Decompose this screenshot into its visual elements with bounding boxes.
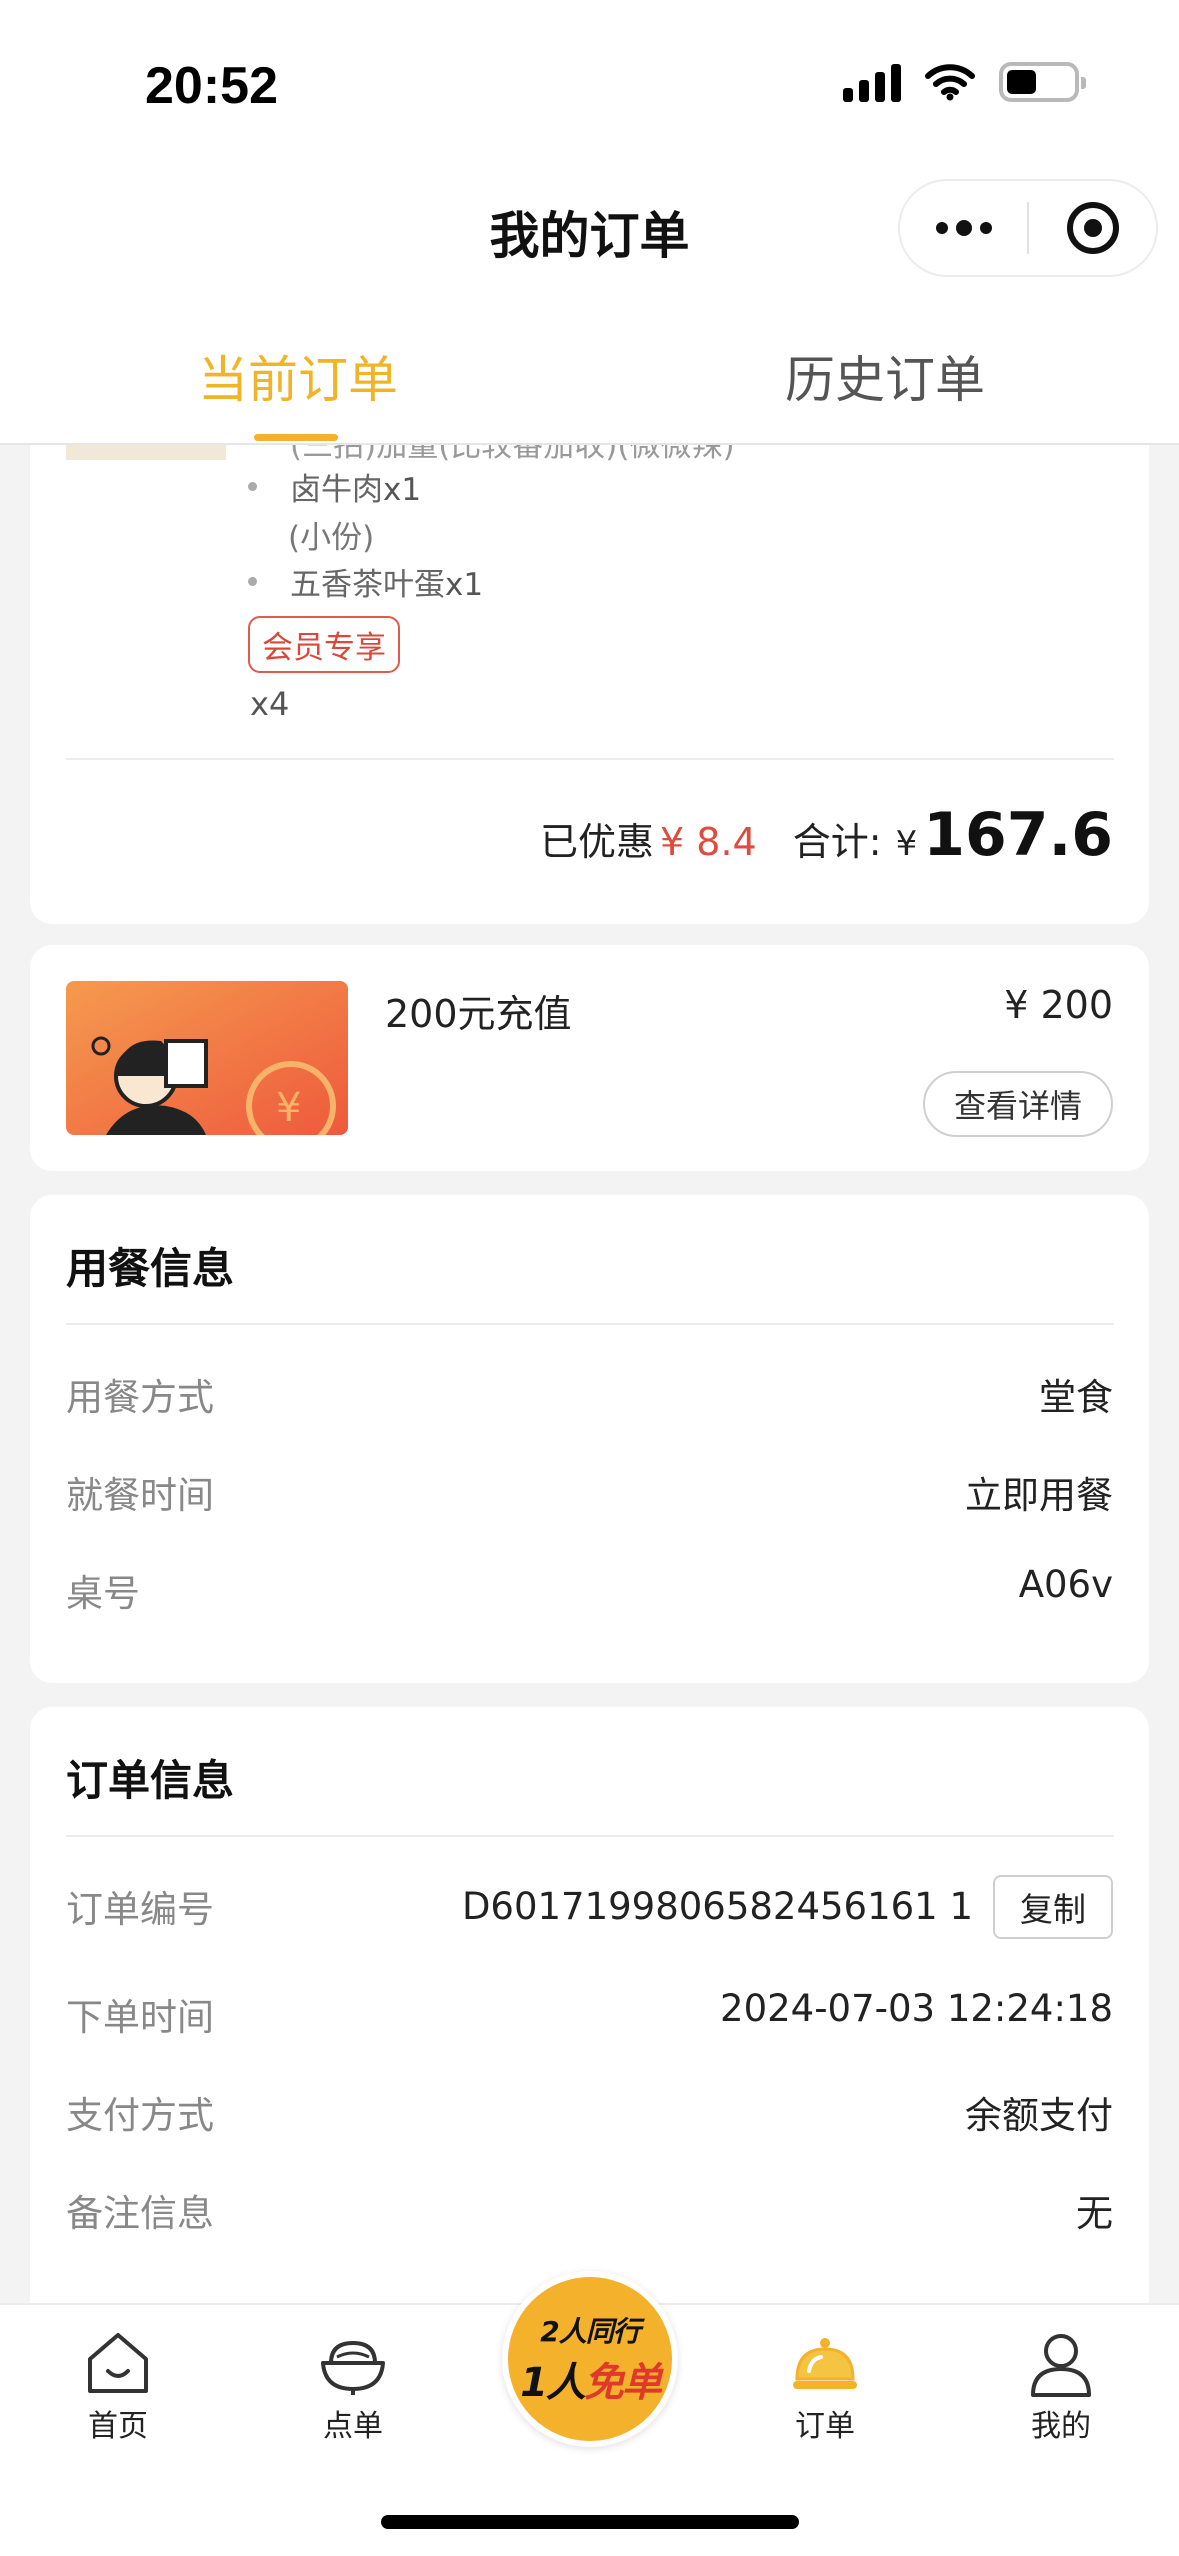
target-icon — [1066, 202, 1119, 254]
item-count: x4 — [250, 685, 290, 723]
nav-home[interactable]: 首页 — [48, 2327, 188, 2445]
tab-current-orders[interactable]: 当前订单 — [198, 340, 398, 412]
nav-profile-label: 我的 — [1031, 2409, 1091, 2444]
bullet — [248, 577, 257, 586]
dining-info-card: 用餐信息 用餐方式 堂食 就餐时间 立即用餐 桌号 A06v — [30, 1195, 1149, 1683]
status-time: 20:52 — [145, 57, 278, 115]
nav-orders[interactable]: 订单 — [755, 2327, 895, 2445]
order-info-title: 订单信息 — [66, 1756, 235, 1805]
recharge-card: ¥ 200元充值 ¥ 200 查看详情 — [30, 945, 1149, 1171]
dining-method-label: 用餐方式 — [66, 1376, 214, 1419]
bowl-icon — [321, 2340, 385, 2395]
copy-order-number-button[interactable]: 复制 — [993, 1875, 1113, 1939]
home-icon — [88, 2333, 148, 2393]
order-items-card: (三拍)加量(比较番茄收)(微微辣) 卤牛肉x1 (小份) 五香茶叶蛋x1 会员… — [30, 380, 1149, 924]
order-info-card: 订单信息 订单编号 D6017199806582456161 1 复制 下单时间… — [30, 1707, 1149, 2347]
home-indicator — [381, 2515, 799, 2529]
cloche-icon — [793, 2338, 857, 2389]
discount-value: ¥ 8.4 — [660, 820, 757, 864]
dining-time-value: 立即用餐 — [965, 1474, 1113, 1517]
divider — [66, 758, 1114, 760]
total-amount: 167.6 — [923, 800, 1113, 870]
promo-line2-b: 免单 — [583, 2360, 662, 2406]
promo-line1: 2人同行 — [540, 2315, 640, 2348]
nav-profile[interactable]: 我的 — [991, 2327, 1131, 2445]
item-name: 卤牛肉 — [290, 472, 383, 508]
item-qty: x1 — [445, 567, 484, 603]
order-tabs: 当前订单 历史订单 — [0, 320, 1179, 441]
remarks-label: 备注信息 — [66, 2192, 214, 2235]
recharge-name: 200元充值 — [385, 992, 572, 1036]
miniprogram-capsule — [898, 179, 1158, 277]
recharge-image: ¥ — [66, 981, 348, 1135]
remarks-value: 无 — [1076, 2192, 1113, 2235]
table-number-value: A06v — [1018, 1563, 1113, 1606]
more-button[interactable] — [900, 181, 1027, 275]
payment-method-value: 余额支付 — [965, 2094, 1113, 2137]
nav-orders-label: 订单 — [795, 2409, 855, 2444]
order-time-label: 下单时间 — [66, 1996, 214, 2039]
dining-method-value: 堂食 — [1039, 1376, 1113, 1419]
promo-line2-a: 1人 — [520, 2360, 586, 2406]
tab-history-orders[interactable]: 历史订单 — [785, 340, 985, 412]
nav-order-food[interactable]: 点单 — [283, 2327, 423, 2445]
item-note: (小份) — [288, 520, 375, 556]
divider — [66, 1835, 1114, 1837]
cellular-signal-icon — [843, 62, 901, 102]
currency-symbol: ¥ — [895, 824, 918, 864]
more-dots-icon — [935, 220, 992, 236]
bullet — [248, 482, 257, 491]
member-exclusive-tag: 会员专享 — [248, 616, 400, 673]
total-label: 合计: — [792, 820, 882, 864]
order-number-label: 订单编号 — [66, 1888, 214, 1931]
dining-time-label: 就餐时间 — [66, 1474, 214, 1517]
promo-free-order-button[interactable]: 2人同行 1人免单 — [502, 2271, 678, 2447]
wifi-icon — [925, 64, 975, 101]
item-name: 五香茶叶蛋 — [290, 567, 445, 603]
table-number-label: 桌号 — [66, 1572, 140, 1615]
view-details-button[interactable]: 查看详情 — [923, 1071, 1113, 1137]
order-summary: 已优惠 ¥ 8.4 合计: ¥ 167.6 — [540, 800, 1113, 870]
item-name-beef: 卤牛肉x1 — [290, 464, 421, 509]
nav-home-label: 首页 — [88, 2409, 148, 2444]
close-miniprogram-button[interactable] — [1029, 181, 1156, 275]
item-name-egg: 五香茶叶蛋x1 — [290, 559, 483, 604]
active-tab-indicator — [254, 434, 338, 441]
discount-label: 已优惠 — [540, 820, 655, 864]
user-icon — [1031, 2334, 1091, 2397]
status-icons — [843, 62, 1086, 102]
order-time-value: 2024-07-03 12:24:18 — [720, 1987, 1113, 2030]
divider — [66, 1323, 1114, 1325]
dining-info-title: 用餐信息 — [66, 1244, 235, 1293]
item-qty: x1 — [383, 472, 422, 508]
svg-text:¥: ¥ — [276, 1085, 301, 1131]
order-number-value: D6017199806582456161 1 — [461, 1885, 973, 1928]
promo-line2: 1人免单 — [520, 2350, 662, 2408]
recharge-price: ¥ 200 — [1004, 983, 1113, 1027]
battery-icon — [999, 62, 1086, 102]
nav-order-food-label: 点单 — [323, 2409, 383, 2444]
payment-method-label: 支付方式 — [66, 2094, 214, 2137]
header: 20:52 我的订单 当前订单 历史订单 — [0, 0, 1179, 445]
